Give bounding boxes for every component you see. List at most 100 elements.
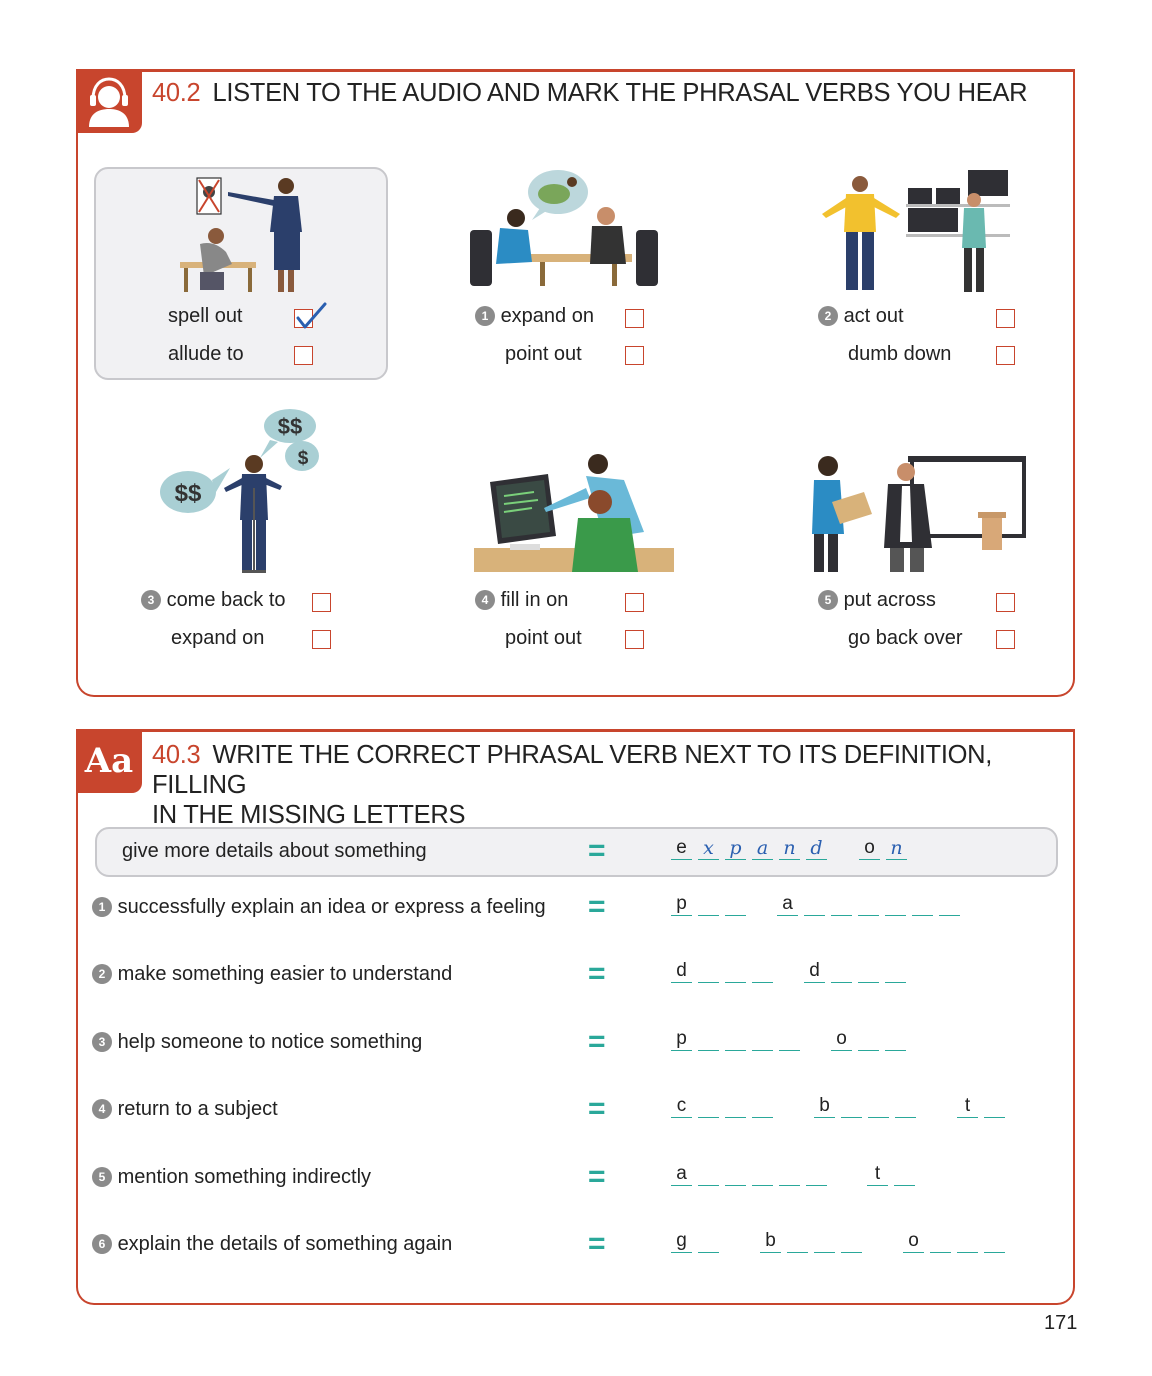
item-number-badge: 5 [818, 590, 838, 610]
letter-blank[interactable] [895, 1096, 916, 1118]
item-2-checkbox-b[interactable] [996, 346, 1015, 365]
colleagues-computer-illustration [474, 454, 674, 572]
letter-blank[interactable] [804, 894, 825, 916]
letter-slot: b [814, 1096, 835, 1118]
answer-word-1: d [671, 961, 779, 983]
letter-slot: d [806, 838, 827, 860]
answer-word-1: c [671, 1096, 779, 1118]
letter-blank[interactable] [814, 1231, 835, 1253]
example-answer-word-1: expand [671, 838, 833, 860]
letter-slot: t [867, 1164, 888, 1186]
item-2-option-a: 2 act out [818, 305, 904, 328]
equals-sign: = [588, 957, 606, 990]
letter-blank[interactable] [698, 894, 719, 916]
letter-blank[interactable] [885, 894, 906, 916]
check-mark-icon [296, 302, 327, 329]
definition-5: 5 mention something indirectly [92, 1166, 371, 1189]
letter-blank[interactable] [698, 1029, 719, 1051]
answer-word-2: t [867, 1164, 921, 1186]
letter-blank[interactable] [841, 1231, 862, 1253]
page-number: 171 [1044, 1312, 1078, 1334]
definition-text: make something easier to understand [117, 963, 453, 985]
letter-blank[interactable] [984, 1231, 1005, 1253]
item-4-checkbox-a[interactable] [625, 593, 644, 612]
letter-blank[interactable] [752, 1029, 773, 1051]
definition-6: 6 explain the details of something again [92, 1233, 452, 1256]
exercise-number: 40.2 [152, 79, 201, 107]
letter-blank[interactable] [698, 1096, 719, 1118]
presentation-room-illustration [812, 456, 1026, 572]
letter-blank[interactable] [868, 1096, 889, 1118]
letter-slot: n [779, 838, 800, 860]
item-number-badge: 1 [475, 306, 495, 326]
letter-slot: a [671, 1164, 692, 1186]
item-number-badge: 4 [475, 590, 495, 610]
letter-blank[interactable] [885, 961, 906, 983]
letter-blank[interactable] [858, 894, 879, 916]
item-3-checkbox-b[interactable] [312, 630, 331, 649]
letter-blank[interactable] [858, 1029, 879, 1051]
letter-blank[interactable] [912, 894, 933, 916]
option-label: expand on [500, 305, 594, 327]
example-answer-word-2: on [859, 838, 913, 860]
item-5-option-a: 5 put across [818, 589, 936, 612]
letter-blank[interactable] [831, 961, 852, 983]
letter-blank[interactable] [698, 961, 719, 983]
letter-blank[interactable] [752, 1164, 773, 1186]
answer-word-2: b [814, 1096, 922, 1118]
item-5-checkbox-a[interactable] [996, 593, 1015, 612]
item-number-badge: 5 [92, 1167, 112, 1187]
item-1-checkbox-a[interactable] [625, 309, 644, 328]
letter-blank[interactable] [725, 1029, 746, 1051]
item-number-badge: 3 [92, 1032, 112, 1052]
letter-slot: t [957, 1096, 978, 1118]
exercise-number: 40.3 [152, 741, 201, 769]
letter-blank[interactable] [698, 1164, 719, 1186]
letter-blank[interactable] [806, 1164, 827, 1186]
letter-blank[interactable] [841, 1096, 862, 1118]
letter-blank[interactable] [984, 1096, 1005, 1118]
item-1-checkbox-b[interactable] [625, 346, 644, 365]
letter-blank[interactable] [725, 1096, 746, 1118]
letter-blank[interactable] [752, 961, 773, 983]
letter-blank[interactable] [752, 1096, 773, 1118]
letter-blank[interactable] [930, 1231, 951, 1253]
item-3-checkbox-a[interactable] [312, 593, 331, 612]
letter-blank[interactable] [725, 961, 746, 983]
letter-blank[interactable] [885, 1029, 906, 1051]
example-definition: give more details about something [122, 840, 427, 863]
letter-blank[interactable] [779, 1029, 800, 1051]
headphones-person-icon [89, 77, 129, 127]
letter-slot: d [671, 961, 692, 983]
item-1-option-b: point out [505, 343, 582, 365]
letter-blank[interactable] [725, 1164, 746, 1186]
letter-blank[interactable] [787, 1231, 808, 1253]
definition-text: give more details about something [122, 840, 427, 862]
letter-slot: p [725, 838, 746, 860]
item-2-checkbox-a[interactable] [996, 309, 1015, 328]
item-5-checkbox-b[interactable] [996, 630, 1015, 649]
exercise-heading: 40.2 LISTEN TO THE AUDIO AND MARK THE PHR… [152, 78, 1028, 108]
money-bubble-text: $ [298, 448, 309, 469]
exercise-title-line-2: IN THE MISSING LETTERS [152, 801, 466, 829]
answer-word-1: p [671, 894, 752, 916]
item-number-badge: 3 [141, 590, 161, 610]
item-number-badge: 2 [818, 306, 838, 326]
letter-blank[interactable] [831, 894, 852, 916]
letter-blank[interactable] [725, 894, 746, 916]
definition-1: 1 successfully explain an idea or expres… [92, 896, 546, 919]
item-number-badge: 2 [92, 964, 112, 984]
letter-slot: d [804, 961, 825, 983]
letter-slot: e [671, 838, 692, 860]
item-4-checkbox-b[interactable] [625, 630, 644, 649]
example-checkbox-b[interactable] [294, 346, 313, 365]
letter-blank[interactable] [779, 1164, 800, 1186]
item-3-option-b: expand on [171, 627, 265, 649]
letter-blank[interactable] [894, 1164, 915, 1186]
letter-blank[interactable] [957, 1231, 978, 1253]
letter-blank[interactable] [698, 1231, 719, 1253]
letter-blank[interactable] [939, 894, 960, 916]
equals-sign: = [588, 834, 606, 867]
answer-word-2: a [777, 894, 966, 916]
letter-blank[interactable] [858, 961, 879, 983]
